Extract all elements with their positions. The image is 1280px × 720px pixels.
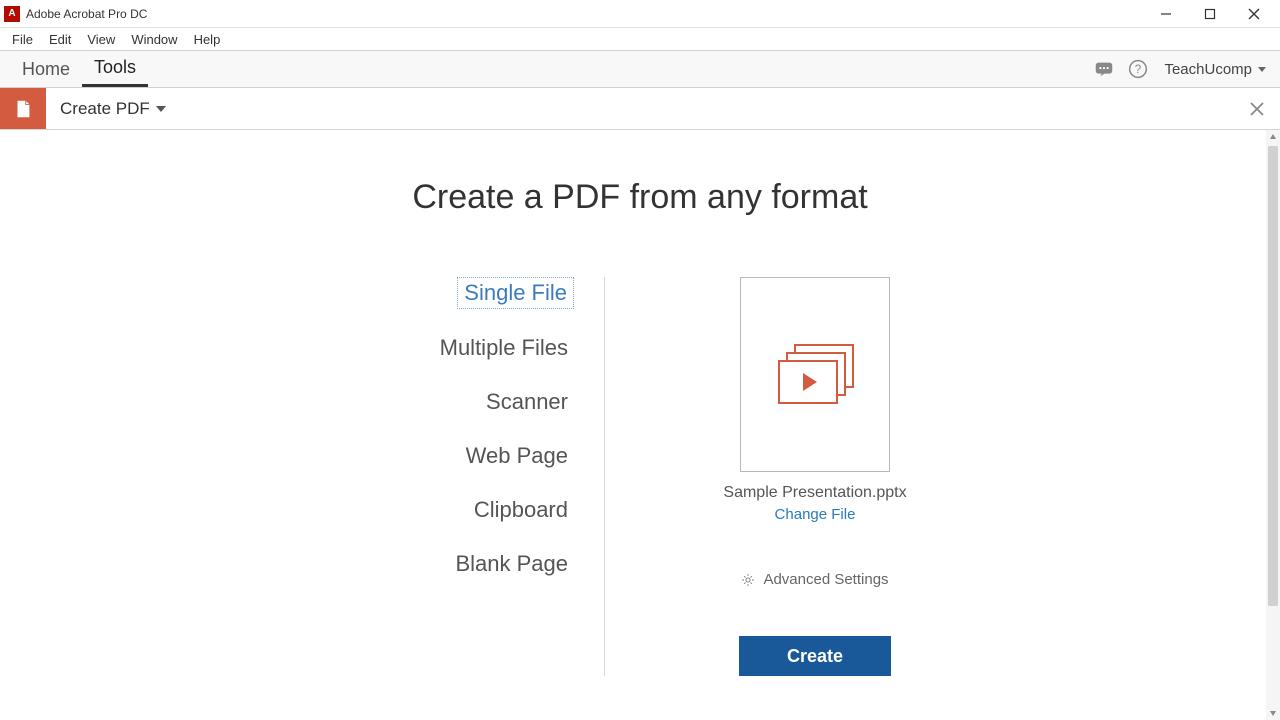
minimize-button[interactable] [1144, 0, 1188, 28]
menu-window[interactable]: Window [123, 30, 185, 49]
create-button[interactable]: Create [739, 636, 891, 676]
app-icon: A [4, 6, 20, 22]
menu-edit[interactable]: Edit [41, 30, 79, 49]
create-button-label: Create [787, 646, 843, 667]
source-web-page[interactable]: Web Page [460, 441, 574, 471]
svg-text:?: ? [1135, 63, 1142, 76]
preview-column: Sample Presentation.pptx Change File Adv… [605, 277, 965, 676]
tool-title-dropdown[interactable]: Create PDF [46, 88, 180, 129]
chevron-down-icon [1258, 67, 1266, 72]
menu-file[interactable]: File [4, 30, 41, 49]
source-scanner[interactable]: Scanner [480, 387, 574, 417]
create-pdf-panel: Single File Multiple Files Scanner Web P… [0, 277, 1280, 676]
scroll-up-button[interactable] [1266, 130, 1280, 144]
create-pdf-icon [0, 88, 46, 129]
page-heading: Create a PDF from any format [0, 178, 1280, 217]
maximize-button[interactable] [1188, 0, 1232, 28]
nav-tools[interactable]: Tools [82, 51, 148, 87]
source-clipboard[interactable]: Clipboard [468, 495, 574, 525]
advanced-settings-link[interactable]: Advanced Settings [741, 571, 888, 588]
nav-home[interactable]: Home [10, 51, 82, 87]
workspace: Create a PDF from any format Single File… [0, 130, 1280, 720]
source-single-file[interactable]: Single File [457, 277, 574, 309]
file-thumbnail[interactable] [740, 277, 890, 472]
gear-icon [741, 573, 755, 587]
help-icon[interactable]: ? [1126, 57, 1150, 81]
app-title: Adobe Acrobat Pro DC [26, 7, 1144, 21]
file-name: Sample Presentation.pptx [723, 484, 906, 502]
user-name: TeachUcomp [1164, 61, 1252, 78]
source-blank-page[interactable]: Blank Page [449, 549, 574, 579]
caret-down-icon [156, 106, 166, 112]
titlebar: A Adobe Acrobat Pro DC [0, 0, 1280, 28]
scroll-thumb[interactable] [1268, 146, 1278, 606]
change-file-link[interactable]: Change File [775, 506, 856, 523]
advanced-settings-label: Advanced Settings [763, 571, 888, 588]
source-multiple-files[interactable]: Multiple Files [434, 333, 574, 363]
menubar: File Edit View Window Help [0, 28, 1280, 50]
menu-view[interactable]: View [79, 30, 123, 49]
presentation-icon [776, 344, 854, 406]
scroll-down-button[interactable] [1266, 706, 1280, 720]
close-button[interactable] [1232, 0, 1276, 28]
tool-header: Create PDF [0, 88, 1280, 130]
navbar: Home Tools ? TeachUcomp [0, 50, 1280, 88]
notifications-icon[interactable] [1092, 57, 1116, 81]
menu-help[interactable]: Help [186, 30, 229, 49]
tool-title-label: Create PDF [60, 99, 150, 119]
source-list: Single File Multiple Files Scanner Web P… [315, 277, 605, 676]
vertical-scrollbar[interactable] [1266, 130, 1280, 720]
tool-close-button[interactable] [1234, 88, 1280, 129]
user-menu[interactable]: TeachUcomp [1160, 61, 1270, 78]
window-controls [1144, 0, 1276, 28]
